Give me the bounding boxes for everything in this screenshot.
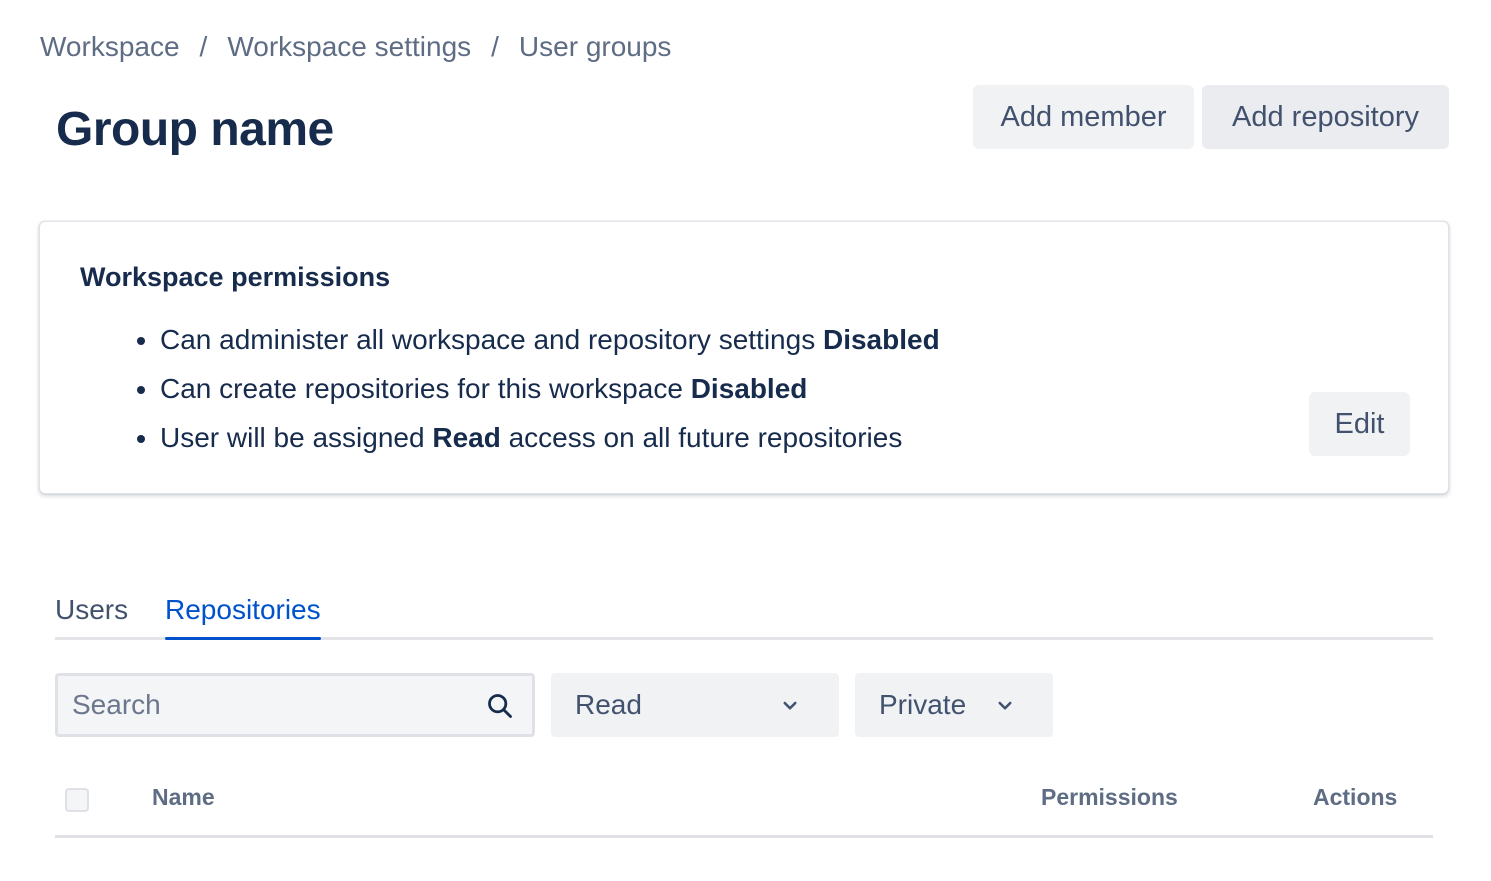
breadcrumb-separator: / (199, 31, 208, 62)
search-field (55, 673, 535, 737)
breadcrumb-user-groups[interactable]: User groups (519, 31, 672, 63)
search-icon[interactable] (486, 692, 514, 720)
permission-item-default-access: User will be assigned Read access on all… (160, 416, 940, 465)
permission-text: Can administer all workspace and reposit… (160, 324, 823, 355)
repositories-table-header: Name Permissions Actions (55, 770, 1433, 838)
column-header-name[interactable]: Name (152, 784, 215, 811)
tabs: Users Repositories (55, 588, 1433, 640)
chevron-down-icon (783, 701, 797, 710)
add-repository-button[interactable]: Add repository (1202, 85, 1449, 149)
visibility-filter-dropdown[interactable]: Private (855, 673, 1053, 737)
select-all-checkbox[interactable] (65, 788, 89, 812)
breadcrumb-workspace[interactable]: Workspace (40, 31, 180, 63)
permission-item-administer: Can administer all workspace and reposit… (160, 318, 940, 367)
permission-item-create-repos: Can create repositories for this workspa… (160, 367, 940, 416)
breadcrumb: Workspace / Workspace settings / User gr… (40, 28, 671, 66)
permission-filter-value: Read (575, 689, 642, 720)
permission-text: Can create repositories for this workspa… (160, 373, 691, 404)
add-member-button[interactable]: Add member (973, 85, 1194, 149)
permission-value: Read (432, 422, 501, 453)
breadcrumb-workspace-settings[interactable]: Workspace settings (227, 31, 471, 63)
column-header-permissions[interactable]: Permissions (1041, 784, 1178, 811)
permission-text-suffix: access on all future repositories (500, 422, 903, 453)
permission-text-prefix: User will be assigned (160, 422, 433, 453)
workspace-permissions-title: Workspace permissions (80, 262, 391, 292)
visibility-filter-value: Private (879, 689, 967, 720)
tab-repositories[interactable]: Repositories (165, 588, 321, 640)
tab-users[interactable]: Users (55, 588, 128, 640)
permission-value: Disabled (822, 324, 940, 355)
page-title: Group name (56, 103, 334, 156)
column-header-actions: Actions (1313, 784, 1398, 810)
permission-value: Disabled (690, 373, 808, 404)
search-input[interactable] (58, 676, 458, 734)
permissions-list: Can administer all workspace and reposit… (160, 318, 940, 465)
table-header-divider (55, 835, 1433, 838)
edit-permissions-button[interactable]: Edit (1309, 392, 1410, 456)
breadcrumb-separator: / (491, 31, 499, 62)
workspace-permissions-card: Workspace permissions Can administer all… (39, 221, 1449, 494)
chevron-down-icon (998, 701, 1012, 710)
permission-filter-dropdown[interactable]: Read (551, 673, 839, 737)
